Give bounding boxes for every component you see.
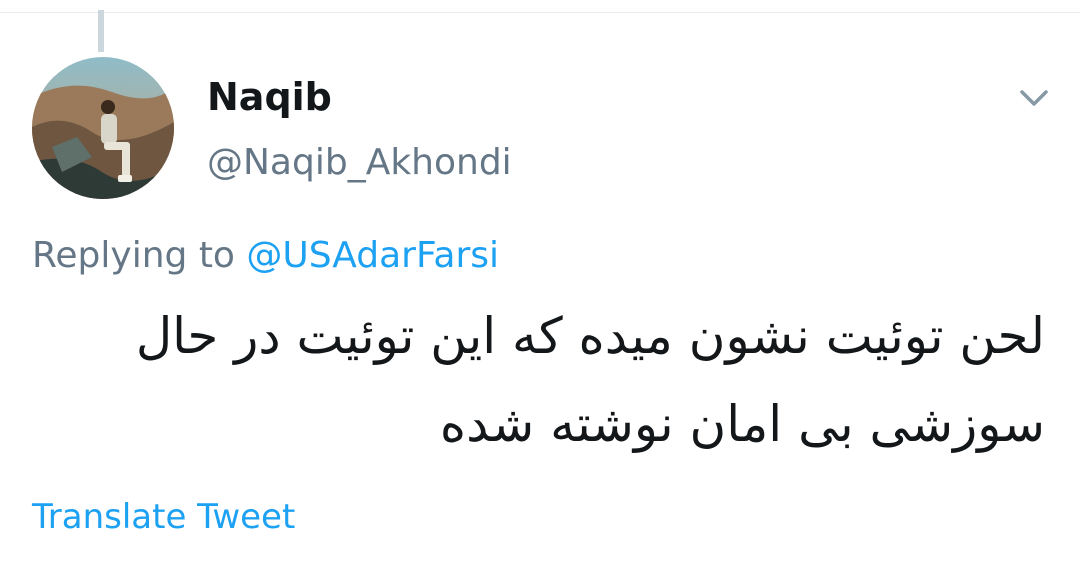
tweet-text: لحن توئیت نشون میده که این توئیت در حال … [135,307,1045,453]
reply-context: Replying to @USAdarFarsi [32,232,499,280]
reply-context-prefix: Replying to [32,235,247,276]
chevron-down-icon[interactable] [1014,80,1054,116]
translate-tweet-link[interactable]: Translate Tweet [32,495,295,539]
top-divider [0,0,1080,13]
reply-mention-link[interactable]: @USAdarFarsi [246,235,499,276]
avatar-photo-icon [32,57,174,199]
avatar[interactable] [32,57,174,199]
author-display-name[interactable]: Naqib [207,74,332,120]
tweet-detail: Naqib @Naqib_Akhondi Replying to @USAdar… [0,0,1080,566]
author-handle[interactable]: @Naqib_Akhondi [207,140,512,186]
thread-connector-line [98,10,104,52]
